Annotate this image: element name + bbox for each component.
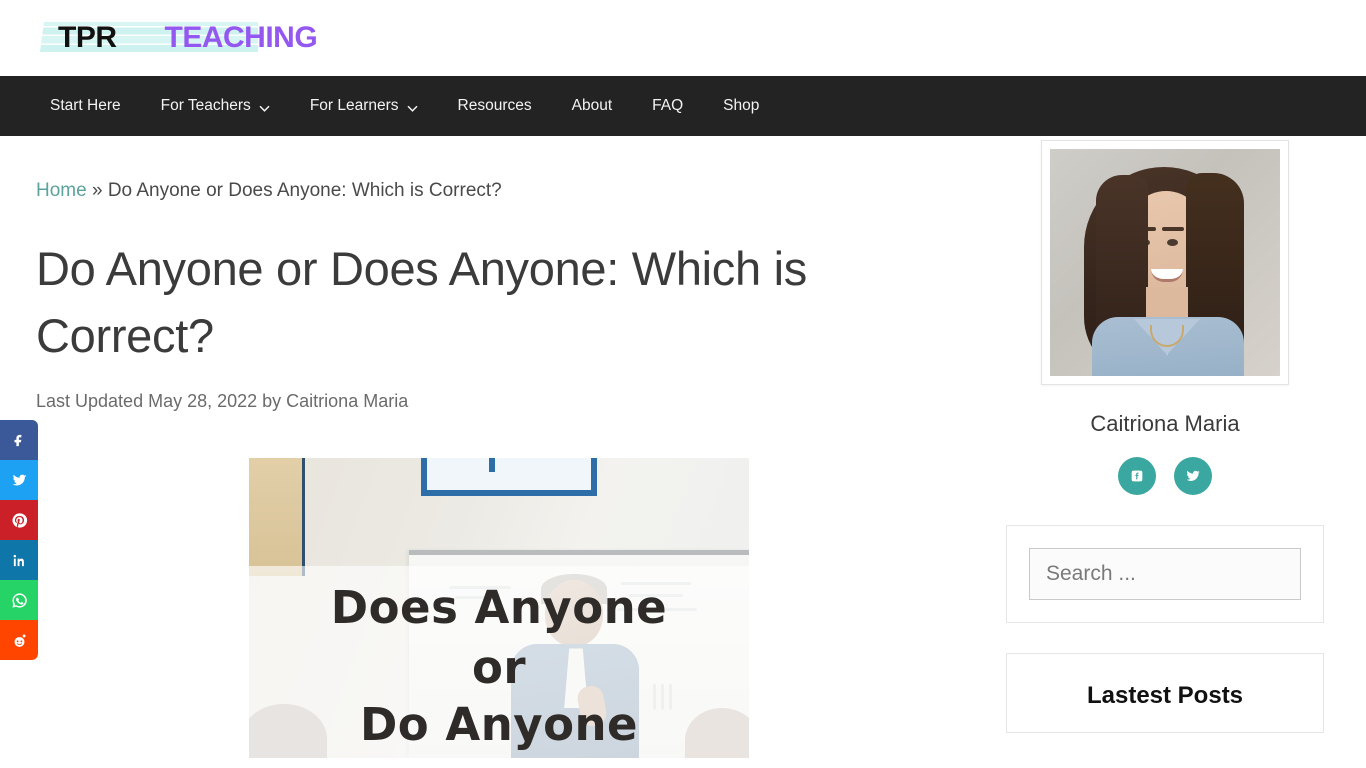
logo-text-primary: TPR	[58, 21, 117, 54]
nav-label: Start Here	[50, 97, 121, 114]
share-linkedin-button[interactable]	[0, 540, 38, 580]
breadcrumb: Home » Do Anyone or Does Anyone: Which i…	[36, 180, 984, 202]
article-meta: Last Updated May 28, 2022 by Caitriona M…	[36, 391, 409, 412]
share-pinterest-button[interactable]	[0, 500, 38, 540]
facebook-icon	[14, 434, 21, 446]
breadcrumb-current: Do Anyone or Does Anyone: Which is Corre…	[107, 180, 502, 201]
breadcrumb-separator: »	[91, 180, 103, 201]
author-twitter-link[interactable]	[1174, 457, 1212, 495]
twitter-icon	[1186, 470, 1200, 481]
site-logo[interactable]: TPR TEACHING	[36, 18, 318, 58]
nav-item-shop[interactable]: Shop	[723, 97, 759, 115]
site-header: TPR TEACHING	[0, 0, 1366, 76]
avatar-eye-right	[1167, 239, 1178, 246]
fi-overlay-line-1: Does Anyone	[330, 581, 668, 635]
nav-item-for-teachers[interactable]: For Teachers	[161, 97, 270, 115]
share-facebook-button[interactable]	[0, 420, 38, 460]
featured-image[interactable]: Does Anyone or Do Anyone	[249, 458, 749, 759]
nav-item-faq[interactable]: FAQ	[652, 97, 683, 115]
search-widget	[1006, 525, 1324, 623]
page-wrapper: Home » Do Anyone or Does Anyone: Which i…	[0, 136, 1366, 759]
nav-label: For Learners	[309, 97, 399, 114]
nav-label: Shop	[723, 97, 760, 114]
chevron-down-icon[interactable]	[407, 101, 418, 112]
twitter-icon	[11, 474, 27, 485]
fi-window-frame	[421, 458, 597, 497]
page-title: Do Anyone or Does Anyone: Which is Corre…	[36, 242, 807, 362]
nav-label: For Teachers	[160, 97, 251, 114]
nav-item-for-learners[interactable]: For Learners	[310, 97, 418, 115]
nav-label: Resources	[457, 97, 532, 114]
avatar	[1050, 149, 1280, 376]
fi-overlay-text: Does Anyone or Do Anyone	[249, 581, 749, 751]
nav-label: FAQ	[652, 97, 684, 114]
breadcrumb-home-link[interactable]: Home	[36, 180, 87, 201]
search-input[interactable]	[1029, 548, 1301, 600]
author-photo-frame	[1041, 140, 1289, 385]
sidebar: Caitriona Maria Lastest Posts	[984, 136, 1324, 758]
chevron-down-icon[interactable]	[259, 101, 270, 112]
pinterest-icon	[11, 512, 27, 528]
main-navigation: Start Here For Teachers For Learners Res…	[0, 76, 1366, 136]
reddit-icon	[14, 633, 26, 647]
fi-overlay-line-3: Do Anyone	[359, 697, 639, 751]
linkedin-icon	[13, 554, 24, 566]
whatsapp-icon	[11, 592, 27, 608]
nav-item-about[interactable]: About	[572, 97, 613, 115]
share-twitter-button[interactable]	[0, 460, 38, 500]
avatar-brow-right	[1162, 227, 1184, 231]
social-share-rail	[0, 420, 38, 660]
main-content: Home » Do Anyone or Does Anyone: Which i…	[36, 136, 984, 759]
author-name: Caitriona Maria	[1090, 411, 1240, 436]
logo-text-secondary: TEACHING	[164, 21, 318, 54]
fi-window-post	[489, 458, 495, 473]
nav-item-resources[interactable]: Resources	[458, 97, 532, 115]
latest-posts-title: Lastest Posts	[1086, 682, 1244, 709]
share-reddit-button[interactable]	[0, 620, 38, 660]
author-card: Caitriona Maria	[1006, 140, 1324, 495]
author-social-links	[1006, 457, 1324, 495]
facebook-icon	[1131, 470, 1143, 482]
author-facebook-link[interactable]	[1118, 457, 1156, 495]
latest-posts-widget: Lastest Posts	[1006, 653, 1324, 733]
fi-corkboard	[249, 458, 305, 577]
nav-item-start-here[interactable]: Start Here	[50, 97, 121, 115]
fi-overlay-line-2: or	[471, 640, 527, 694]
nav-label: About	[571, 97, 613, 114]
share-whatsapp-button[interactable]	[0, 580, 38, 620]
